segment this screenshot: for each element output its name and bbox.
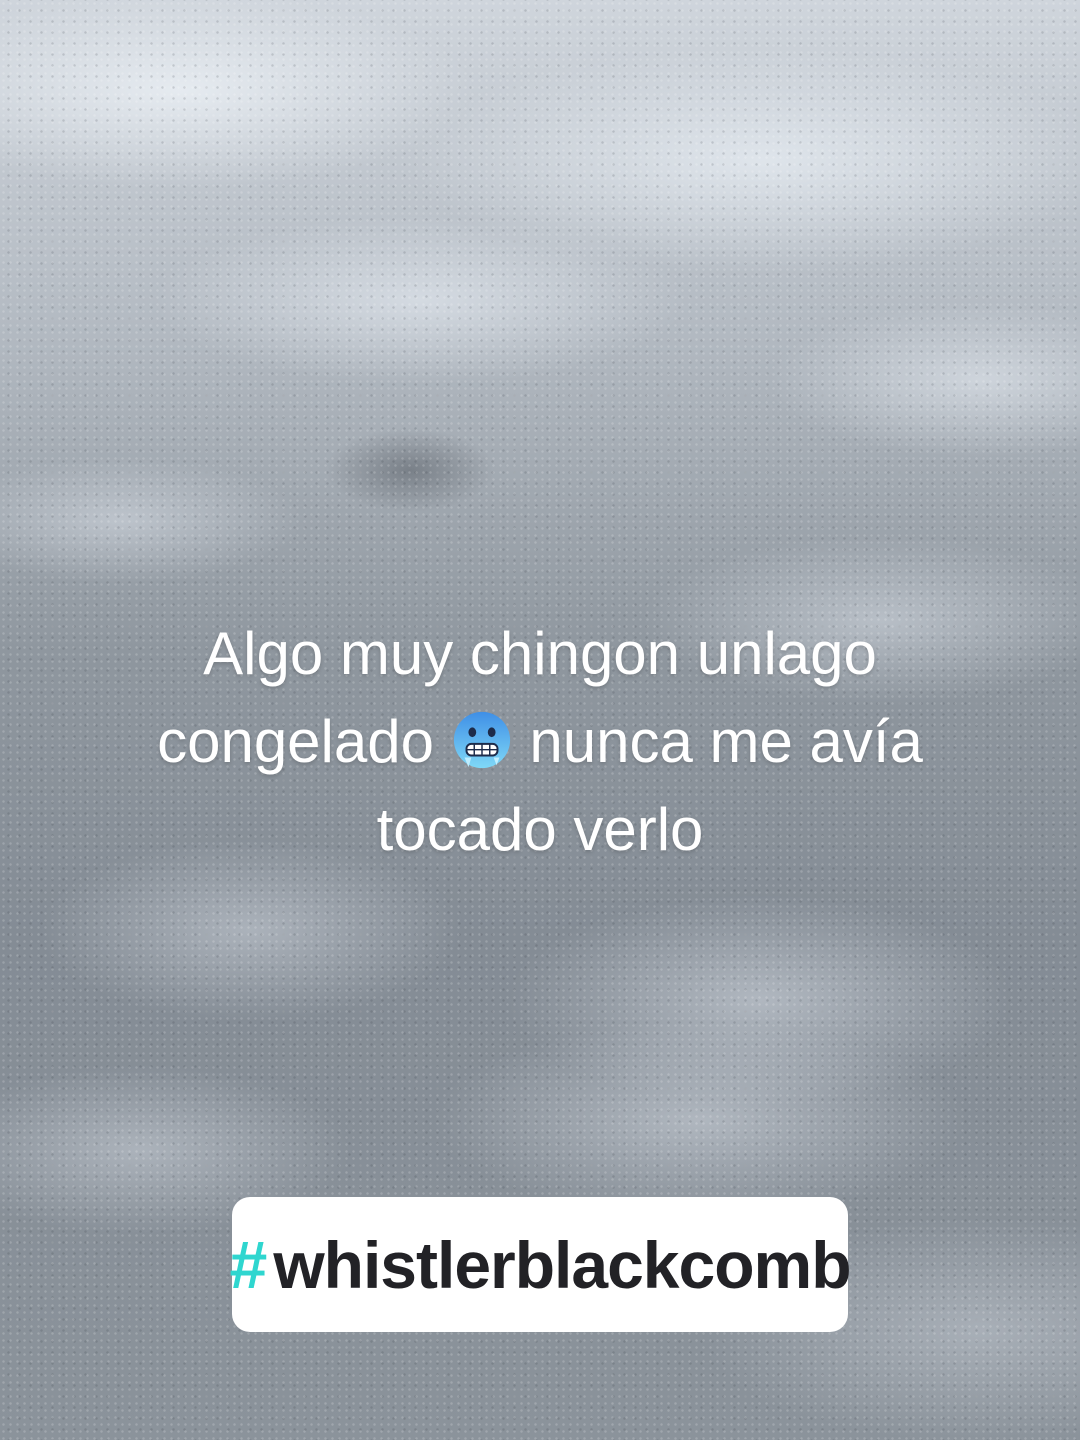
hashtag-text: whistlerblackcomb [273,1227,851,1302]
hashtag-sticker[interactable]: # whistlerblackcomb [229,1197,852,1332]
video-frame: Algo muy chingon unlago congelado nunca … [0,0,1080,1440]
video-caption: Algo muy chingon unlago congelado nunca … [60,610,1020,874]
cold-face-icon [451,707,513,769]
hashtag-symbol: # [229,1226,268,1303]
